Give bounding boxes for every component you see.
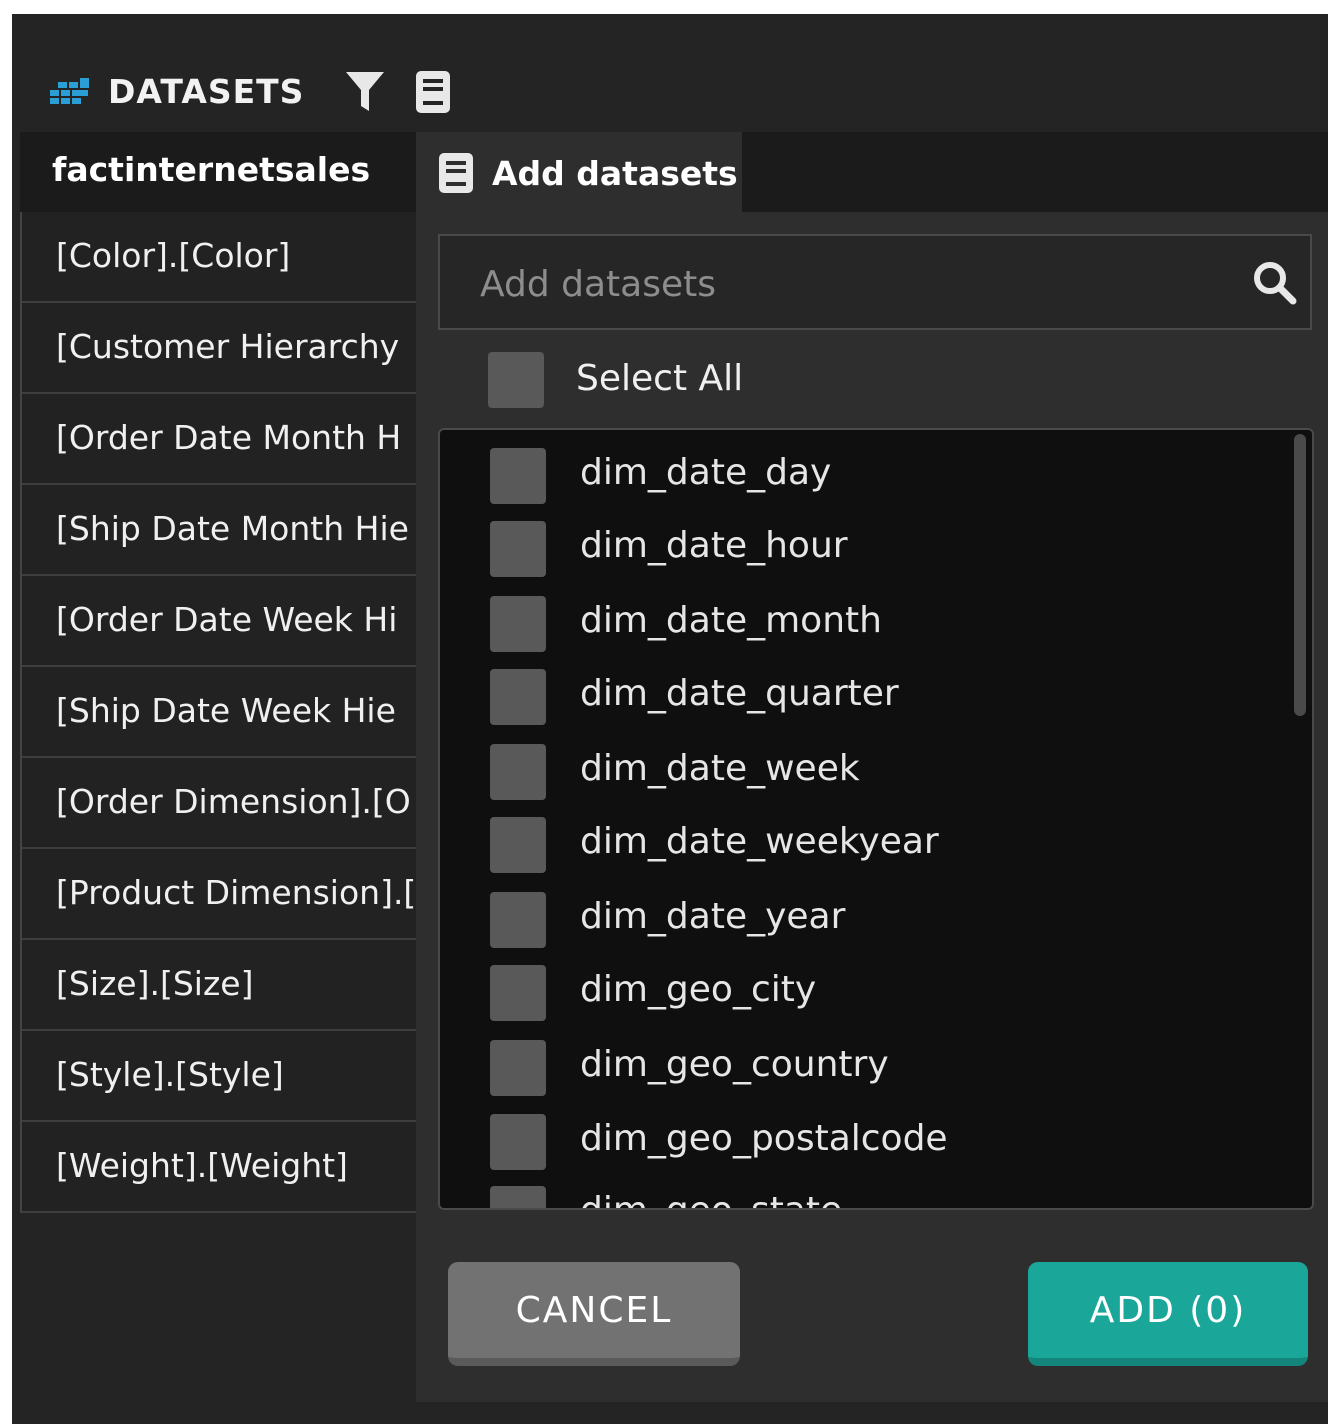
list-item[interactable]: dim_date_day xyxy=(490,448,1250,504)
datasets-grid-icon xyxy=(50,78,90,108)
dataset-field-label: [Order Date Month H xyxy=(56,418,402,457)
dataset-field-item[interactable]: [Ship Date Month Hie xyxy=(22,485,422,576)
dataset-label: dim_date_day xyxy=(580,452,832,493)
filter-button[interactable] xyxy=(342,66,388,118)
list-item[interactable]: dim_geo_postalcode xyxy=(490,1114,1250,1170)
dataset-label: dim_geo_state xyxy=(580,1190,842,1208)
dataset-checkbox[interactable] xyxy=(490,521,546,577)
dataset-field-item[interactable]: [Size].[Size] xyxy=(22,940,422,1031)
dataset-label: dim_date_week xyxy=(580,748,860,789)
dataset-label: dim_geo_postalcode xyxy=(580,1118,948,1159)
dataset-field-label: [Color].[Color] xyxy=(56,236,291,275)
add-button[interactable]: ADD (0) xyxy=(1028,1262,1308,1366)
dataset-field-label: [Order Date Week Hi xyxy=(56,600,398,639)
dataset-field-item[interactable]: [Weight].[Weight] xyxy=(22,1122,422,1213)
datasets-app: DATASETS factinternetsales [Color].[Colo… xyxy=(12,14,1328,1424)
book-icon xyxy=(439,153,473,193)
dataset-checkbox[interactable] xyxy=(490,892,546,948)
add-datasets-panel: Add datasets Select All dim_date_day dim… xyxy=(416,132,1328,1402)
dataset-field-item[interactable]: [Order Dimension].[O xyxy=(22,758,422,849)
dataset-fields-panel: factinternetsales [Color].[Color] [Custo… xyxy=(20,132,422,1213)
dataset-field-label: [Order Dimension].[O xyxy=(56,782,411,821)
dataset-label: dim_date_weekyear xyxy=(580,821,939,862)
tab-add-datasets-label: Add datasets xyxy=(492,154,738,193)
dataset-fields-list: [Color].[Color] [Customer Hierarchy [Ord… xyxy=(20,212,422,1213)
dataset-label: dim_date_year xyxy=(580,896,846,937)
list-item[interactable]: dim_geo_country xyxy=(490,1040,1250,1096)
list-item[interactable]: dim_date_week xyxy=(490,744,1250,800)
list-item[interactable]: dim_date_weekyear xyxy=(490,817,1250,873)
dataset-field-label: [Customer Hierarchy xyxy=(56,327,400,366)
list-item[interactable]: dim_geo_city xyxy=(490,965,1250,1021)
select-all-label: Select All xyxy=(576,358,744,399)
search-box xyxy=(438,234,1312,330)
list-item[interactable]: dim_date_year xyxy=(490,892,1250,948)
tab-add-datasets[interactable]: Add datasets xyxy=(416,132,742,212)
dataset-field-label: [Style].[Style] xyxy=(56,1055,284,1094)
dataset-field-item[interactable]: [Product Dimension].[ xyxy=(22,849,422,940)
dataset-label: dim_date_month xyxy=(580,600,882,641)
dataset-field-item[interactable]: [Order Date Month H xyxy=(22,394,422,485)
dataset-checkbox[interactable] xyxy=(490,669,546,725)
dataset-checkbox[interactable] xyxy=(490,1040,546,1096)
dataset-checkbox[interactable] xyxy=(490,965,546,1021)
dataset-label: dim_date_quarter xyxy=(580,673,899,714)
dataset-field-item[interactable]: [Ship Date Week Hie xyxy=(22,667,422,758)
dataset-checkbox[interactable] xyxy=(490,817,546,873)
book-button[interactable] xyxy=(410,66,456,118)
dataset-label: dim_geo_city xyxy=(580,969,817,1010)
select-all-checkbox[interactable] xyxy=(488,352,544,408)
datasets-title: DATASETS xyxy=(108,72,305,111)
search-icon[interactable] xyxy=(1252,260,1298,306)
list-item[interactable]: dim_date_hour xyxy=(490,521,1250,577)
dataset-field-label: [Product Dimension].[ xyxy=(56,873,417,912)
filter-icon xyxy=(346,72,384,111)
dataset-checkbox[interactable] xyxy=(490,1186,546,1208)
dataset-checkbox[interactable] xyxy=(490,1114,546,1170)
panel-top-bar xyxy=(742,132,1328,212)
cancel-button[interactable]: CANCEL xyxy=(448,1262,740,1366)
dataset-checkbox[interactable] xyxy=(490,448,546,504)
dataset-field-label: [Size].[Size] xyxy=(56,964,254,1003)
dataset-field-item[interactable]: [Style].[Style] xyxy=(22,1031,422,1122)
datasets-list: dim_date_day dim_date_hour dim_date_mont… xyxy=(438,428,1314,1210)
search-input[interactable] xyxy=(478,258,1242,310)
list-item[interactable]: dim_date_quarter xyxy=(490,669,1250,725)
dataset-name-header[interactable]: factinternetsales xyxy=(20,132,420,212)
dataset-field-label: [Ship Date Week Hie xyxy=(56,691,396,730)
list-scrollbar[interactable] xyxy=(1294,434,1306,716)
list-item[interactable]: dim_geo_state xyxy=(490,1186,1250,1208)
dataset-field-label: [Weight].[Weight] xyxy=(56,1146,348,1185)
dataset-field-item[interactable]: [Customer Hierarchy xyxy=(22,303,422,394)
dataset-field-label: [Ship Date Month Hie xyxy=(56,509,409,548)
dataset-label: dim_geo_country xyxy=(580,1044,889,1085)
select-all-row[interactable]: Select All xyxy=(488,352,888,408)
dataset-label: dim_date_hour xyxy=(580,525,848,566)
list-item[interactable]: dim_date_month xyxy=(490,596,1250,652)
book-icon xyxy=(416,71,450,113)
dataset-checkbox[interactable] xyxy=(490,596,546,652)
dataset-name: factinternetsales xyxy=(52,150,371,189)
datasets-header: DATASETS xyxy=(12,14,1328,132)
dataset-field-item[interactable]: [Order Date Week Hi xyxy=(22,576,422,667)
dataset-field-item[interactable]: [Color].[Color] xyxy=(22,212,422,303)
dataset-checkbox[interactable] xyxy=(490,744,546,800)
